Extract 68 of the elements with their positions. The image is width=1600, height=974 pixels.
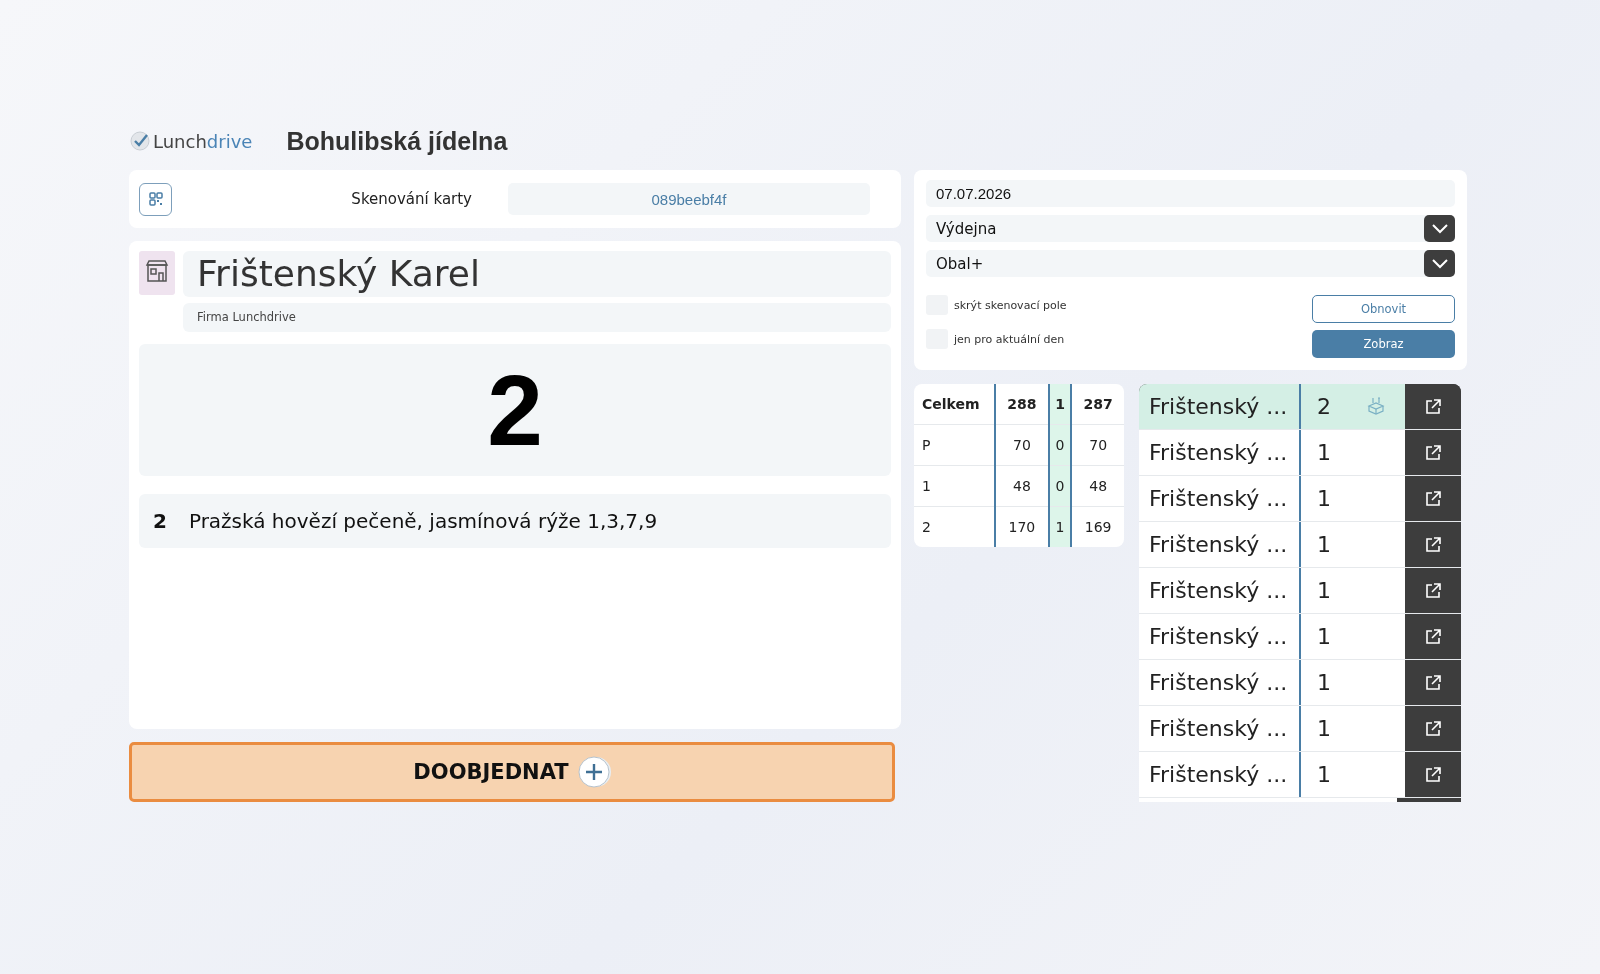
page-title: Bohulibská jídelna	[286, 126, 508, 156]
dropdown[interactable]: Výdejna	[926, 215, 1455, 242]
external-link-icon	[1424, 489, 1442, 508]
external-link-icon	[1424, 627, 1442, 646]
list-count: 1	[1301, 522, 1405, 567]
list-name: Frištenský ...	[1139, 614, 1301, 659]
table-cell: 1	[1048, 384, 1072, 425]
list-count: 1	[1301, 614, 1405, 659]
table-cell: 2	[914, 506, 995, 547]
company-name: Firma Lunchdrive	[183, 303, 891, 332]
table-cell: 1	[914, 465, 995, 507]
dropdown[interactable]: Obal+	[926, 250, 1455, 277]
logo-text: Lunchdrive	[153, 130, 253, 152]
list-count: 1	[1301, 430, 1405, 475]
list-row[interactable]: Frištenský ... 1	[1139, 706, 1461, 752]
external-link-icon	[1424, 581, 1442, 600]
list-name: Frištenský ...	[1139, 706, 1301, 751]
order-more-button[interactable]: DOOBJEDNAT	[129, 742, 895, 802]
table-cell: 287	[1071, 384, 1124, 425]
external-link-icon	[1424, 673, 1442, 692]
external-link-icon	[1424, 535, 1442, 554]
list-row[interactable]: Frištenský ... 1	[1139, 614, 1461, 660]
list-name: Frištenský ...	[1139, 476, 1301, 521]
list-name: Frištenský ...	[1139, 430, 1301, 475]
table-cell: 48	[1071, 465, 1124, 507]
list-count: 1	[1301, 476, 1405, 521]
checkbox-label: skrýt skenovací pole	[954, 298, 1067, 312]
table-cell: P	[914, 424, 995, 466]
card-code-field[interactable]: 089beebf4f	[508, 183, 870, 215]
table-cell: 169	[1071, 506, 1124, 547]
portion-count: 2	[139, 344, 891, 476]
shop-icon	[139, 251, 175, 295]
list-count: 1	[1301, 752, 1405, 797]
plus-icon	[576, 755, 611, 789]
meal-row: 2 Pražská hovězí pečeně, jasmínová rýže 1,3,7,9	[139, 494, 891, 548]
table-cell: 70	[1071, 424, 1124, 466]
list-row[interactable]: Frištenský ... 1	[1139, 522, 1461, 568]
list-row[interactable]: Frištenský ... 1	[1139, 430, 1461, 476]
list-count: 2	[1301, 384, 1405, 429]
list-row[interactable]: Frištenský ... 1	[1139, 476, 1461, 522]
list-count: 1	[1301, 706, 1405, 751]
list-row[interactable]: Frištenský ... 1	[1139, 752, 1461, 798]
list-count: 1	[1301, 568, 1405, 613]
list-name: Frištenský ...	[1139, 660, 1301, 705]
list-name: Frištenský ...	[1139, 522, 1301, 567]
external-link-icon	[1424, 443, 1442, 462]
list-row[interactable]: Frištenský ... 1	[1139, 568, 1461, 614]
table-cell: Celkem	[914, 384, 995, 425]
checkbox-label: jen pro aktuální den	[954, 332, 1065, 346]
qr-code-icon	[148, 192, 163, 206]
list-name: Frištenský ...	[1139, 752, 1301, 797]
date-field[interactable]: 07.07.2026	[926, 180, 1455, 207]
refresh-button[interactable]: Obnovit	[1312, 295, 1455, 323]
external-link-icon	[1424, 765, 1442, 784]
show-button[interactable]: Zobraz	[1312, 330, 1455, 358]
checkmark-logo-icon	[129, 130, 151, 152]
list-row[interactable]: Frištenský ... 2	[1139, 384, 1461, 430]
list-count: 1	[1301, 660, 1405, 705]
scan-label: Skenování karty	[350, 190, 472, 208]
list-name: Frištenský ...	[1139, 568, 1301, 613]
list-name: Frištenský ...	[1139, 384, 1301, 429]
list-row[interactable]: Frištenský ... 1	[1139, 660, 1461, 706]
qr-code-button[interactable]	[139, 182, 172, 216]
chevron-down-icon	[1431, 223, 1448, 234]
external-link-icon	[1424, 719, 1442, 738]
chevron-down-icon	[1431, 258, 1448, 269]
external-link-icon	[1424, 397, 1442, 416]
customer-name: Frištenský Karel	[183, 251, 891, 297]
